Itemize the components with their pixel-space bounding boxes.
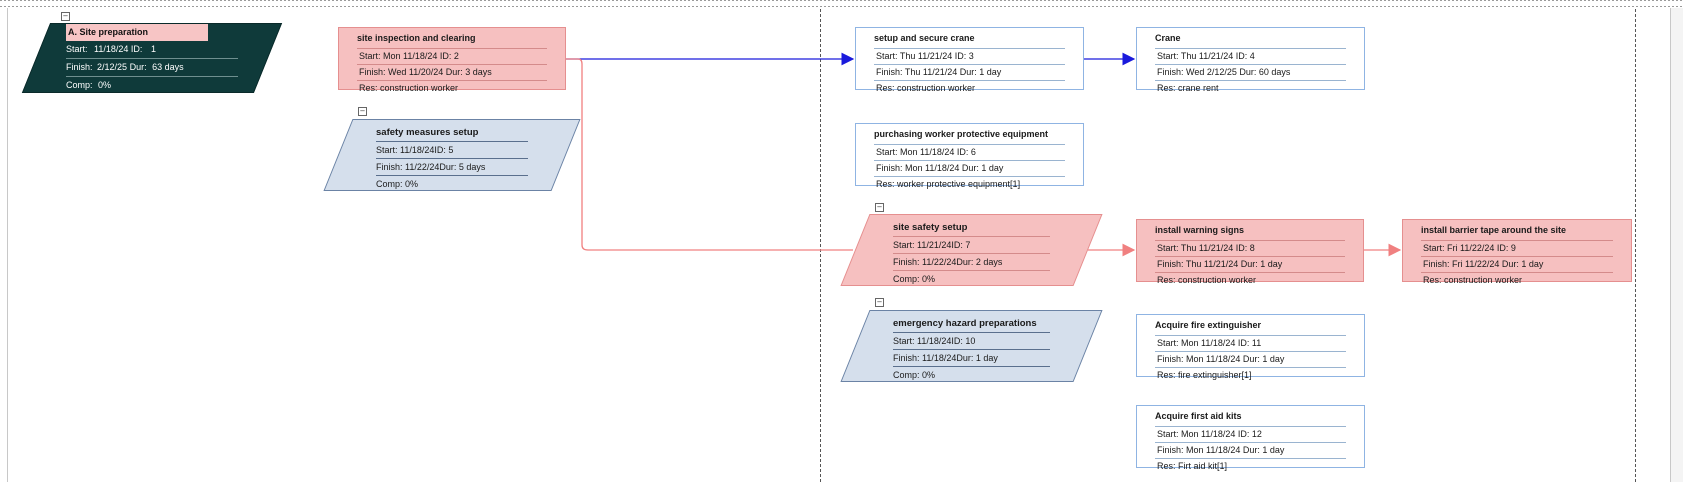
finish-row: Finish: Wed 2/12/25 Dur: 60 days: [1155, 64, 1346, 80]
start-date: Start: 11/18/24: [376, 145, 435, 155]
summary-task-node[interactable]: A. Site preparation Start: 11/18/24 ID: …: [21, 23, 283, 93]
task-node-11[interactable]: Acquire fire extinguisher Start: Mon 11/…: [1136, 314, 1365, 380]
label: Start:: [66, 44, 88, 54]
collapse-toggle[interactable]: −: [61, 12, 70, 21]
node-title: Crane: [1155, 33, 1181, 43]
task-id: ID: 10: [951, 336, 976, 346]
finish-row: Finish: Mon 11/18/24 Dur: 1 day: [1155, 351, 1346, 367]
node-title: safety measures setup: [376, 127, 479, 138]
task-node-12[interactable]: Acquire first aid kits Start: Mon 11/18/…: [1136, 405, 1365, 471]
link-2-7: [566, 58, 853, 251]
task-node-9[interactable]: install barrier tape around the site Sta…: [1402, 219, 1632, 285]
label: Dur:: [129, 62, 147, 72]
label: Comp:: [66, 80, 93, 90]
resource-row: Res: worker protective equipment[1]: [874, 176, 1065, 192]
percent-complete: Comp: 0%: [893, 270, 1050, 287]
label: Finish:: [66, 62, 93, 72]
finish-row: Finish: Wed 11/20/24 Dur: 3 days: [357, 64, 547, 80]
node-title: A. Site preparation: [66, 24, 209, 41]
node-title: install barrier tape around the site: [1421, 225, 1567, 235]
start-row: Start: Thu 11/21/24 ID: 8: [1155, 240, 1345, 256]
finish-date: Finish: 11/18/24: [893, 353, 957, 363]
finish-row: Finish: Mon 11/18/24 Dur: 1 day: [874, 160, 1065, 176]
node-title: site inspection and clearing: [357, 33, 476, 43]
finish-row: Finish: Fri 11/22/24 Dur: 1 day: [1421, 256, 1613, 272]
finish-row: Finish: Mon 11/18/24 Dur: 1 day: [1155, 442, 1346, 458]
finish-date: 2/12/25: [97, 62, 128, 72]
node-title: site safety setup: [893, 222, 968, 233]
task-id: ID: 5: [434, 145, 454, 155]
task-node-8[interactable]: install warning signs Start: Thu 11/21/2…: [1136, 219, 1364, 285]
start-row: Start: Mon 11/18/24 ID: 12: [1155, 426, 1346, 442]
duration: Dur: 1 day: [956, 353, 998, 363]
collapse-toggle[interactable]: −: [358, 107, 367, 116]
finish-date: Finish: 11/22/24: [893, 257, 957, 267]
resource-row: Res: construction worker: [1155, 272, 1345, 288]
duration: Dur: 2 days: [956, 257, 1003, 267]
node-title: setup and secure crane: [874, 33, 975, 43]
start-row: Start: Mon 11/18/24 ID: 2: [357, 48, 547, 64]
label: ID:: [130, 44, 143, 54]
node-title: purchasing worker protective equipment: [874, 129, 1049, 139]
duration: Dur: 5 days: [439, 162, 486, 172]
node-title: Acquire first aid kits: [1155, 411, 1242, 421]
resource-row: Res: construction worker: [1421, 272, 1613, 288]
finish-row: Finish: Thu 11/21/24 Dur: 1 day: [1155, 256, 1345, 272]
resource-row: Res: crane rent: [1155, 80, 1346, 96]
start-row: Start: Mon 11/18/24 ID: 6: [874, 144, 1065, 160]
start-row: Start: Thu 11/21/24 ID: 4: [1155, 48, 1346, 64]
percent-complete: Comp: 0%: [376, 175, 528, 192]
resource-row: Res: construction worker: [357, 80, 547, 96]
task-node-6[interactable]: purchasing worker protective equipment S…: [855, 123, 1084, 189]
resource-row: Res: construction worker: [874, 80, 1065, 96]
resource-row: Res: fire extinguisher[1]: [1155, 367, 1346, 383]
collapse-toggle[interactable]: −: [875, 203, 884, 212]
percent-complete: 0%: [98, 80, 112, 90]
start-row: Start: Thu 11/21/24 ID: 3: [874, 48, 1065, 64]
start-row: Start: Fri 11/22/24 ID: 9: [1421, 240, 1613, 256]
node-title: Acquire fire extinguisher: [1155, 320, 1262, 330]
percent-complete: Comp: 0%: [893, 366, 1050, 383]
group-node-5[interactable]: safety measures setup Start: 11/18/24ID:…: [323, 119, 581, 192]
task-id: ID: 7: [951, 240, 971, 250]
task-node-2[interactable]: site inspection and clearing Start: Mon …: [338, 27, 566, 93]
resource-row: Res: Firt aid kit[1]: [1155, 458, 1346, 474]
node-title: install warning signs: [1155, 225, 1245, 235]
group-node-7[interactable]: site safety setup Start: 11/21/24ID: 7 F…: [840, 214, 1103, 287]
task-id: 1: [150, 44, 156, 54]
start-date: Start: 11/18/24: [893, 336, 952, 346]
start-date: 11/18/24: [94, 44, 129, 54]
collapse-toggle[interactable]: −: [875, 298, 884, 307]
group-node-10[interactable]: emergency hazard preparations Start: 11/…: [840, 310, 1103, 383]
node-title: emergency hazard preparations: [893, 318, 1037, 329]
finish-row: Finish: Thu 11/21/24 Dur: 1 day: [874, 64, 1065, 80]
task-node-3[interactable]: setup and secure crane Start: Thu 11/21/…: [855, 27, 1084, 93]
start-date: Start: 11/21/24: [893, 240, 952, 250]
task-node-4[interactable]: Crane Start: Thu 11/21/24 ID: 4 Finish: …: [1136, 27, 1365, 93]
duration: 63 days: [152, 62, 184, 72]
start-row: Start: Mon 11/18/24 ID: 11: [1155, 335, 1346, 351]
finish-date: Finish: 11/22/24: [376, 162, 440, 172]
